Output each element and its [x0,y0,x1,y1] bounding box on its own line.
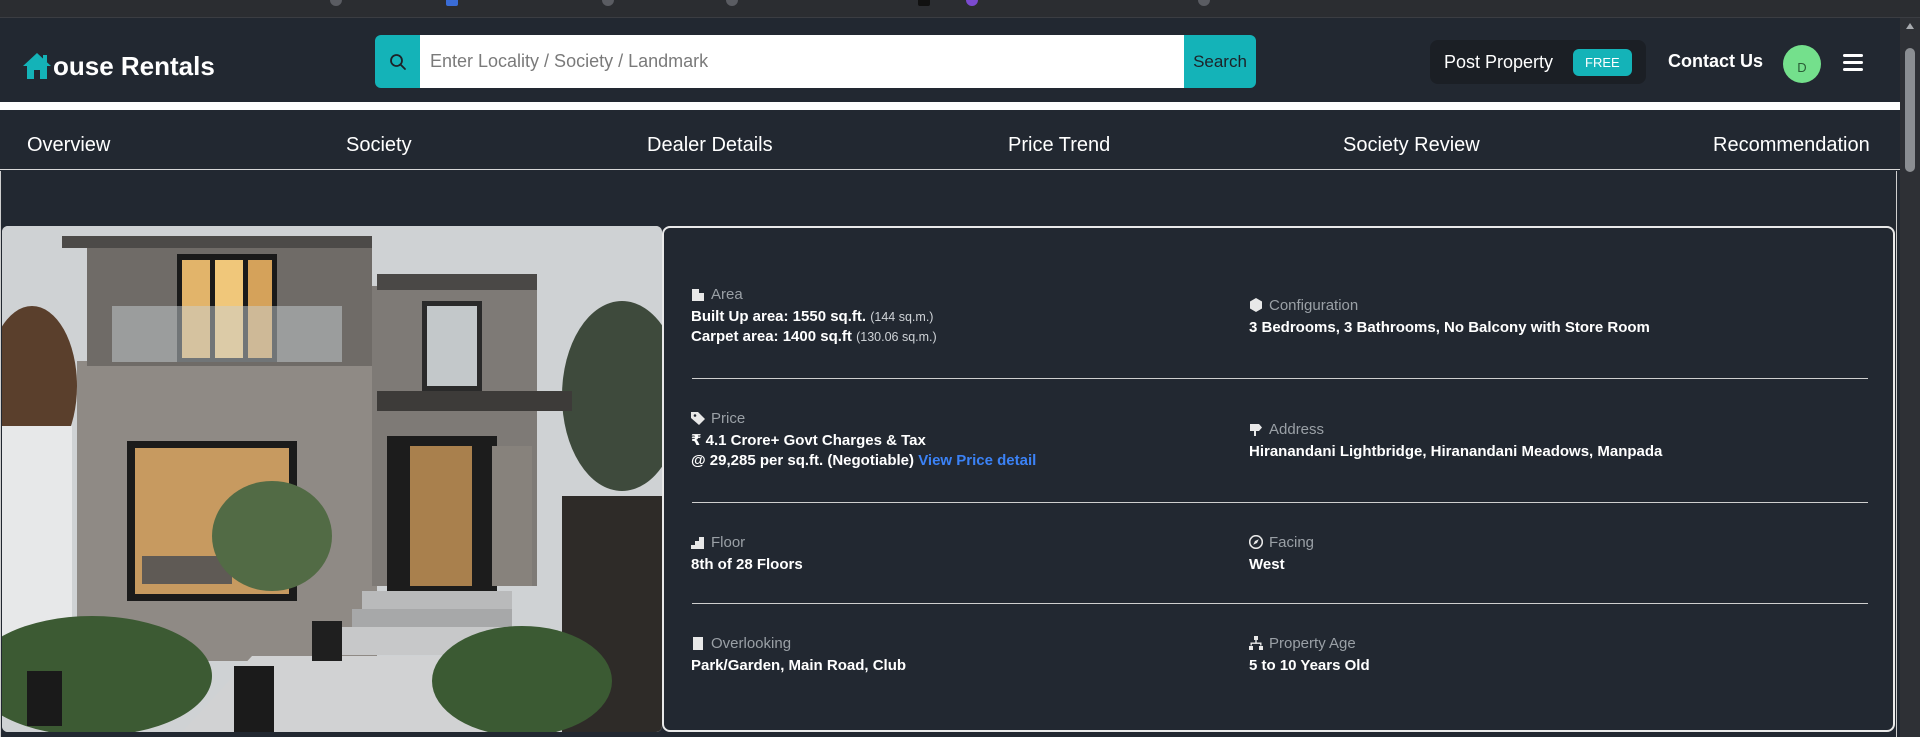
page-scrollbar[interactable] [1900,18,1920,737]
cube-icon [1250,298,1262,312]
detail-label: Floor [711,533,746,551]
menu-icon[interactable] [1843,54,1863,72]
scroll-up-icon[interactable] [1906,23,1914,29]
floor-value: 8th of 28 Floors [691,556,803,573]
top-navbar: ouse Rentals Search Post Property FREE C… [0,18,1900,102]
detail-floor: Floor 8th of 28 Floors [691,532,803,575]
detail-property-age: Property Age 5 to 10 Years Old [1249,633,1370,676]
tab-favicon [918,0,930,6]
property-details-card: Area Built Up area: 1550 sq.ft. (144 sq.… [662,226,1895,732]
divider [692,378,1868,379]
divider [692,502,1868,503]
tab-favicon [726,0,738,6]
scrollbar-thumb[interactable] [1905,48,1915,172]
detail-facing: Facing West [1249,532,1314,575]
view-price-detail-link[interactable]: View Price detail [918,452,1036,469]
browser-tab-strip [0,0,1920,18]
tab-recommendation[interactable]: Recommendation [1713,134,1870,157]
detail-area: Area Built Up area: 1550 sq.ft. (144 sq.… [691,284,937,347]
built-up-area-metric: (144 sq.m.) [870,310,934,324]
house-icon [23,53,51,79]
search-input[interactable] [420,35,1184,88]
tab-favicon [966,0,978,6]
tab-favicon [446,0,458,6]
detail-label: Area [711,285,743,303]
tab-favicon [602,0,614,6]
property-age-value: 5 to 10 Years Old [1249,657,1370,674]
house-exterior-image [2,226,662,732]
post-property-label: Post Property [1444,51,1554,72]
post-property-button[interactable]: Post Property FREE [1430,40,1646,84]
tab-society-review[interactable]: Society Review [1343,134,1480,157]
brand-name: ouse Rentals [53,50,215,81]
carpet-area: Carpet area: 1400 sq.ft [691,328,852,345]
facing-value: West [1249,556,1285,573]
contact-us-link[interactable]: Contact Us [1668,51,1763,72]
tab-society[interactable]: Society [346,134,412,157]
built-up-area: Built Up area: 1550 sq.ft. [691,308,867,325]
stairs-icon [691,537,704,549]
search-icon [389,53,406,70]
detail-configuration: Configuration 3 Bedrooms, 3 Bathrooms, N… [1249,295,1650,338]
detail-address: Address Hiranandani Lightbridge, Hiranan… [1249,419,1662,462]
section-tabs: Overview Society Dealer Details Price Tr… [0,110,1900,170]
search-icon-button[interactable] [375,35,420,88]
search-button[interactable]: Search [1184,35,1256,88]
detail-overlooking: Overlooking Park/Garden, Main Road, Club [691,633,906,676]
tab-price-trend[interactable]: Price Trend [1008,134,1110,157]
tab-favicon [1198,0,1210,6]
detail-label: Price [711,409,746,427]
tag-icon [691,412,705,425]
signpost-icon [1250,424,1262,436]
price-value: ₹ 4.1 Crore+ Govt Charges & Tax [691,432,926,449]
search-bar: Search [375,35,1256,88]
detail-label: Property Age [1269,634,1356,652]
tab-overview[interactable]: Overview [27,134,110,157]
carpet-area-metric: (130.06 sq.m.) [856,330,937,344]
building-icon [692,289,704,301]
free-badge: FREE [1573,48,1632,76]
detail-label: Configuration [1269,296,1359,314]
detail-price: Price ₹ 4.1 Crore+ Govt Charges & Tax @ … [691,408,1036,471]
divider [692,603,1868,604]
brand-logo-link[interactable]: ouse Rentals [22,48,215,84]
address-value: Hiranandani Lightbridge, Hiranandani Mea… [1249,443,1663,460]
window-icon [693,637,703,650]
compass-icon [1249,535,1263,549]
header-divider [0,102,1900,110]
tab-favicon [330,0,342,6]
property-photo [2,226,662,732]
sitemap-icon [1249,636,1263,650]
configuration-value: 3 Bedrooms, 3 Bathrooms, No Balcony with… [1249,319,1650,336]
detail-label: Overlooking [711,634,792,652]
tab-dealer-details[interactable]: Dealer Details [647,134,773,157]
overlooking-value: Park/Garden, Main Road, Club [691,657,907,674]
avatar[interactable]: D [1783,45,1821,83]
detail-label: Address [1269,420,1325,438]
detail-label: Facing [1269,533,1315,551]
price-per-sqft: @ 29,285 per sq.ft. (Negotiable) [691,452,915,469]
